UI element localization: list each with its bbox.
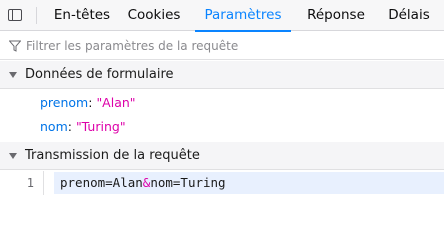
param-value: "Alan" bbox=[96, 95, 136, 110]
twisty-expanded-icon[interactable] bbox=[9, 72, 17, 78]
param-row: nom: "Turing" bbox=[40, 117, 126, 137]
sidebar-toggle-icon[interactable] bbox=[8, 8, 22, 22]
param-key: nom bbox=[40, 119, 68, 134]
section-title: Transmission de la requête bbox=[25, 148, 200, 163]
filter-icon bbox=[9, 40, 21, 52]
param-value: "Turing" bbox=[75, 119, 126, 134]
tab-timings[interactable]: Délais bbox=[381, 0, 437, 31]
tab-response[interactable]: Réponse bbox=[300, 0, 372, 31]
param-row: prenom: "Alan" bbox=[40, 93, 136, 113]
payload-code: prenom=Alan&nom=Turing bbox=[60, 172, 226, 194]
twisty-expanded-icon[interactable] bbox=[9, 153, 17, 159]
request-payload-section-header[interactable]: Transmission de la requête bbox=[0, 142, 444, 170]
section-title: Données de formulaire bbox=[25, 67, 174, 82]
payload-editor[interactable]: 1 prenom=Alan&nom=Turing bbox=[0, 171, 444, 195]
filter-input[interactable] bbox=[26, 36, 436, 56]
form-data-section-header[interactable]: Données de formulaire bbox=[0, 61, 444, 89]
param-key: prenom bbox=[40, 95, 89, 110]
tab-cookies[interactable]: Cookies bbox=[122, 0, 186, 31]
tab-headers[interactable]: En-têtes bbox=[44, 0, 120, 31]
code-line[interactable]: prenom=Alan&nom=Turing bbox=[54, 172, 444, 194]
code-part: nom=Turing bbox=[150, 175, 226, 190]
line-gutter: 1 bbox=[0, 171, 44, 195]
tab-bar: En-têtes Cookies Paramètres Réponse Déla… bbox=[0, 0, 444, 32]
tab-separator bbox=[36, 7, 37, 24]
line-number: 1 bbox=[26, 176, 34, 190]
param-colon: : bbox=[67, 119, 76, 134]
filter-bar bbox=[0, 32, 444, 60]
tab-params[interactable]: Paramètres bbox=[195, 0, 291, 32]
code-part: prenom=Alan bbox=[60, 175, 143, 190]
